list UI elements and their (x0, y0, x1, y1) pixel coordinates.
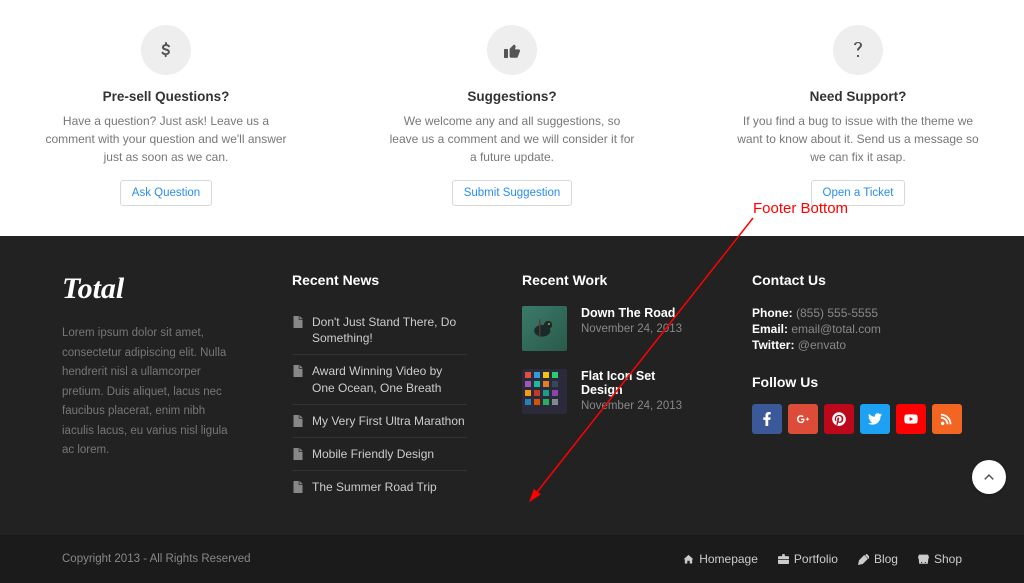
dollar-icon (141, 25, 191, 75)
contact-phone: Phone: (855) 555-5555 (752, 306, 962, 320)
annotation-label: Footer Bottom (753, 200, 848, 217)
footer-bottom: Copyright 2013 - All Rights Reserved Hom… (0, 535, 1024, 583)
nav-shop[interactable]: Shop (918, 552, 962, 566)
work-thumb-icons (522, 369, 567, 414)
news-item[interactable]: My Very First Ultra Marathon (292, 405, 467, 438)
contact-twitter: Twitter: @envato (752, 338, 962, 352)
submit-suggestion-button[interactable]: Submit Suggestion (452, 180, 573, 206)
work-title: Flat Icon Set Design (581, 369, 697, 397)
pencil-icon (858, 554, 869, 565)
work-date: November 24, 2013 (581, 400, 697, 412)
file-icon (292, 316, 304, 328)
chevron-up-icon (983, 471, 995, 483)
file-icon (292, 481, 304, 493)
nav-blog[interactable]: Blog (858, 552, 898, 566)
footer-contact: Contact Us Phone: (855) 555-5555 Email: … (752, 272, 962, 503)
nav-homepage[interactable]: Homepage (683, 552, 758, 566)
youtube-icon[interactable] (896, 404, 926, 434)
home-icon (683, 554, 694, 565)
scroll-top-button[interactable] (972, 460, 1006, 494)
feature-desc: We welcome any and all suggestions, so l… (389, 112, 635, 166)
feature-suggestions: Suggestions? We welcome any and all sugg… (389, 25, 635, 206)
file-icon (292, 415, 304, 427)
social-links (752, 404, 962, 434)
thumbs-up-icon (487, 25, 537, 75)
news-item[interactable]: Mobile Friendly Design (292, 438, 467, 471)
feature-title: Need Support? (735, 89, 981, 104)
question-icon (833, 25, 883, 75)
file-icon (292, 365, 304, 377)
feature-title: Suggestions? (389, 89, 635, 104)
news-item[interactable]: The Summer Road Trip (292, 471, 467, 503)
work-date: November 24, 2013 (581, 323, 682, 335)
footer-about: Total Lorem ipsum dolor sit amet, consec… (62, 272, 237, 503)
rss-icon[interactable] (932, 404, 962, 434)
feature-row: Pre-sell Questions? Have a question? Jus… (0, 0, 1024, 236)
file-icon (292, 448, 304, 460)
footer-nav: Homepage Portfolio Blog Shop (683, 552, 962, 566)
pinterest-icon[interactable] (824, 404, 854, 434)
work-title: Down The Road (581, 306, 682, 320)
work-item[interactable]: Down The Road November 24, 2013 (522, 306, 697, 351)
twitter-icon[interactable] (860, 404, 890, 434)
ask-question-button[interactable]: Ask Question (120, 180, 212, 206)
feature-presell: Pre-sell Questions? Have a question? Jus… (43, 25, 289, 206)
news-item[interactable]: Award Winning Video by One Ocean, One Br… (292, 355, 467, 404)
news-heading: Recent News (292, 272, 467, 288)
work-heading: Recent Work (522, 272, 697, 288)
about-text: Lorem ipsum dolor sit amet, consectetur … (62, 324, 237, 461)
cart-icon (918, 554, 929, 565)
news-item[interactable]: Don't Just Stand There, Do Something! (292, 306, 467, 355)
contact-email: Email: email@total.com (752, 322, 962, 336)
follow-heading: Follow Us (752, 374, 962, 390)
footer: Total Lorem ipsum dolor sit amet, consec… (0, 236, 1024, 583)
contact-heading: Contact Us (752, 272, 962, 288)
brand-logo: Total (62, 272, 237, 306)
feature-desc: Have a question? Just ask! Leave us a co… (43, 112, 289, 166)
work-thumb-bird (522, 306, 567, 351)
facebook-icon[interactable] (752, 404, 782, 434)
copyright-text: Copyright 2013 - All Rights Reserved (62, 553, 251, 565)
feature-title: Pre-sell Questions? (43, 89, 289, 104)
footer-work: Recent Work Down The Road November 24, 20… (522, 272, 697, 503)
google-plus-icon[interactable] (788, 404, 818, 434)
feature-desc: If you find a bug to issue with the them… (735, 112, 981, 166)
feature-support: Need Support? If you find a bug to issue… (735, 25, 981, 206)
work-item[interactable]: Flat Icon Set Design November 24, 2013 (522, 369, 697, 414)
nav-portfolio[interactable]: Portfolio (778, 552, 838, 566)
briefcase-icon (778, 554, 789, 565)
footer-news: Recent News Don't Just Stand There, Do S… (292, 272, 467, 503)
